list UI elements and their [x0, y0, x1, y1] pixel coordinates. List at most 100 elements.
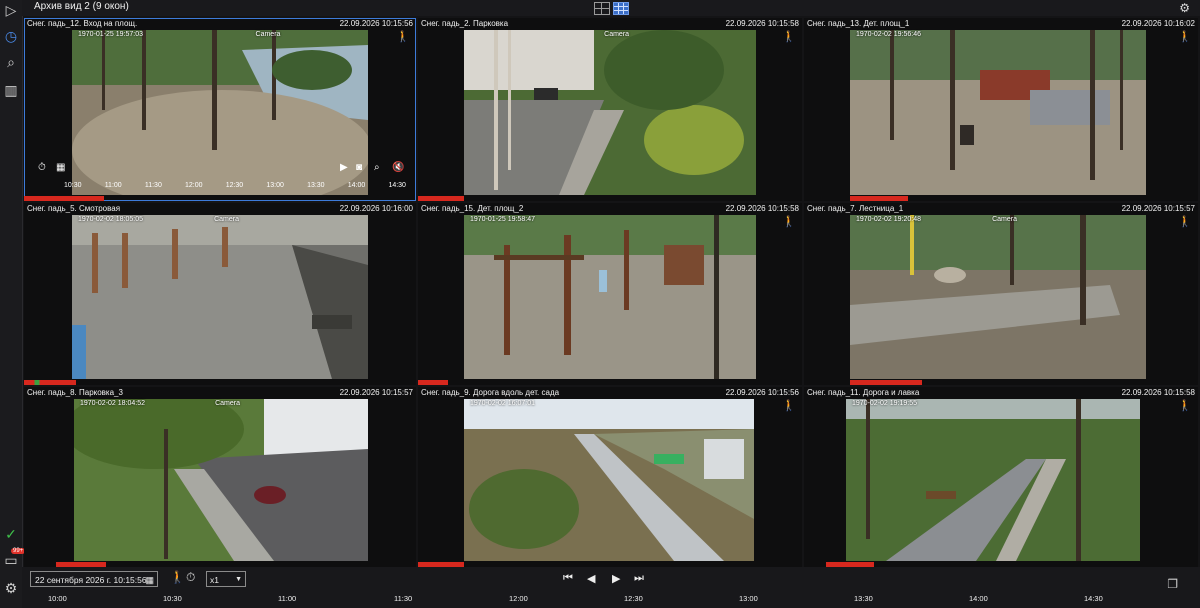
camera-feed[interactable]: 1970-02-02 16:07:01	[464, 399, 754, 561]
camera-cell[interactable]: Снег. падь_11. Дорога и лавка 22.09.2026…	[804, 387, 1198, 567]
osd-timestamp: 1970-02-02 18:05:05	[78, 216, 143, 223]
play-clip-icon[interactable]: ▶	[340, 162, 348, 173]
search-icon[interactable]: ⌕	[3, 54, 19, 70]
motion-filter-icon[interactable]: 🚶	[170, 570, 185, 584]
checkmark-icon[interactable]: ✓	[3, 526, 19, 542]
camera-feed[interactable]: 1970-02-02 19:19:55	[846, 399, 1140, 561]
osd-timestamp: 1970-01-25 19:57:03	[78, 31, 143, 38]
cell-tick: 14:30	[388, 182, 406, 189]
osd-camera-label: Camera	[255, 31, 281, 38]
camera-title: Снег. падь_11. Дорога и лавка	[807, 388, 920, 397]
camera-grid: Снег. падь_12. Вход на площ. 22.09.2026 …	[24, 18, 1198, 567]
camera-feed[interactable]: Camera	[464, 30, 756, 195]
motion-person-icon: 🚶	[1178, 216, 1192, 228]
timeline-tick: 11:30	[394, 594, 413, 603]
calendar-icon[interactable]: ▦	[145, 572, 154, 588]
camera-cell[interactable]: Снег. падь_5. Смотровая 22.09.2026 10:16…	[24, 203, 416, 385]
bottom-controls: 22 сентября 2026 г. 10:15:56 ▦ 🚶 ⏱ x1 ▼ …	[22, 567, 1200, 608]
cell-tick: 13:00	[266, 182, 284, 189]
osd-camera-label: Camera	[215, 400, 241, 407]
timeline-tick: 12:00	[509, 594, 528, 603]
main-timeline[interactable]: 10:00 10:30 11:00 11:30 12:00 12:30 13:0…	[22, 594, 1200, 606]
recording-bar	[850, 196, 908, 201]
layout-3x3-button[interactable]	[613, 2, 629, 15]
layout-2x2-button[interactable]	[594, 2, 610, 15]
date-time-value: 22 сентября 2026 г. 10:15:56	[35, 575, 147, 585]
osd-camera-label: Camera	[604, 31, 630, 38]
motion-person-icon: 🚶	[1178, 400, 1192, 412]
cell-tick: 13:30	[307, 182, 325, 189]
camera-cell[interactable]: Снег. падь_15. Дет. площ_2 22.09.2026 10…	[418, 203, 802, 385]
cell-tick: 10:30	[64, 182, 82, 189]
stopwatch-icon[interactable]: ⏱	[38, 162, 46, 173]
skip-back-icon[interactable]: ⏮	[563, 572, 573, 585]
recording-bar	[418, 196, 464, 201]
osd-timestamp: 1970-02-02 19:20:48	[856, 216, 921, 223]
timeline-tick: 11:00	[278, 594, 297, 603]
top-bar: Архив вид 2 (9 окон) ⚙	[22, 0, 1200, 16]
camera-time: 22.09.2026 10:15:57	[1121, 204, 1195, 213]
stopwatch-icon[interactable]: ⏱	[186, 570, 195, 585]
camera-title: Снег. падь_7. Лестница_1	[807, 204, 904, 213]
step-back-icon[interactable]: ◀	[587, 572, 595, 585]
osd-camera-label: Camera	[214, 216, 239, 223]
timeline-tick: 14:00	[969, 594, 988, 603]
play-icon[interactable]: ▶	[612, 572, 620, 585]
cell-tick: 11:00	[104, 182, 122, 189]
motion-person-icon: 🚶	[782, 216, 796, 228]
archive-clock-icon[interactable]: ◷	[3, 28, 19, 44]
date-time-field[interactable]: 22 сентября 2026 г. 10:15:56 ▦	[30, 571, 158, 587]
motion-person-icon: 🚶	[782, 400, 796, 412]
recording-bar	[24, 380, 76, 385]
settings-gear-icon[interactable]: ⚙	[1179, 1, 1190, 15]
camera-title: Снег. падь_13. Дет. площ_1	[807, 19, 910, 28]
messages-icon[interactable]: ▭	[3, 552, 19, 568]
stats-icon[interactable]: ▥	[3, 82, 19, 98]
gear-icon[interactable]: ⚙	[3, 580, 19, 596]
recording-bar	[850, 380, 922, 385]
skip-forward-icon[interactable]: ⏭	[634, 572, 644, 585]
camera-cell[interactable]: Снег. падь_9. Дорога вдоль дет. сада 22.…	[418, 387, 802, 567]
camera-feed[interactable]: 1970-02-02 19:56:46	[850, 30, 1146, 195]
cell-tick: 12:30	[225, 182, 244, 189]
recording-bar	[418, 380, 448, 385]
camera-title: Снег. падь_9. Дорога вдоль дет. сада	[421, 388, 560, 397]
camera-time: 22.09.2026 10:16:00	[339, 204, 413, 213]
camera-cell[interactable]: Снег. падь_2. Парковка 22.09.2026 10:15:…	[418, 18, 802, 201]
camera-title: Снег. падь_5. Смотровая	[27, 204, 121, 213]
cell-tick: 11:30	[144, 182, 162, 189]
camera-cell[interactable]: Снег. падь_7. Лестница_1 22.09.2026 10:1…	[804, 203, 1198, 385]
timeline-tick: 14:30	[1084, 594, 1103, 603]
cell-tick: 12:00	[185, 182, 203, 189]
camera-feed[interactable]: 1970-01-25 19:58:47	[464, 215, 756, 379]
left-sidebar: ▷ ◷ ⌕ ▥ ✓ ▭ ⚙	[0, 0, 23, 608]
timeline-tick: 10:30	[163, 594, 182, 603]
cell-tick: 14:00	[347, 182, 366, 189]
play-icon[interactable]: ▷	[3, 2, 19, 18]
camera-cell[interactable]: Снег. падь_13. Дет. площ_1 22.09.2026 10…	[804, 18, 1198, 201]
mute-icon[interactable]: 🔇	[392, 162, 404, 173]
osd-timestamp: 1970-02-02 19:56:46	[856, 31, 921, 38]
camera-snapshot-icon[interactable]: ◙	[356, 162, 362, 173]
osd-timestamp: 1970-01-25 19:58:47	[470, 216, 535, 223]
calendar-icon[interactable]: ▦	[56, 162, 65, 173]
speed-select[interactable]: x1 ▼	[206, 571, 246, 587]
recording-bar	[24, 196, 104, 201]
camera-feed[interactable]: 1970-02-02 19:20:48 Camera	[850, 215, 1146, 379]
cell-timeline-ticks[interactable]: 10:30 11:00 11:30 12:00 12:30 13:00 13:3…	[64, 182, 406, 189]
camera-time: 22.09.2026 10:15:58	[725, 204, 799, 213]
motion-person-icon: 🚶	[396, 31, 410, 43]
camera-cell[interactable]: Снег. падь_8. Парковка_3 22.09.2026 10:1…	[24, 387, 416, 567]
camera-time: 22.09.2026 10:15:57	[339, 388, 413, 397]
camera-feed[interactable]: 1970-02-02 18:05:05 Camera	[72, 215, 368, 379]
osd-timestamp: 1970-02-02 19:19:55	[852, 400, 917, 407]
camera-title: Снег. падь_15. Дет. площ_2	[421, 204, 524, 213]
zoom-icon[interactable]: ⌕	[374, 162, 380, 173]
window-title: Архив вид 2 (9 окон)	[34, 1, 129, 12]
export-icon[interactable]: ❐	[1167, 577, 1178, 591]
camera-feed[interactable]: 1970-02-02 18:04:52 Camera	[74, 399, 368, 561]
timeline-tick: 12:30	[624, 594, 643, 603]
camera-cell[interactable]: Снег. падь_12. Вход на площ. 22.09.2026 …	[24, 18, 416, 201]
osd-camera-label: Camera	[992, 216, 1017, 223]
speed-value: x1	[210, 575, 219, 585]
